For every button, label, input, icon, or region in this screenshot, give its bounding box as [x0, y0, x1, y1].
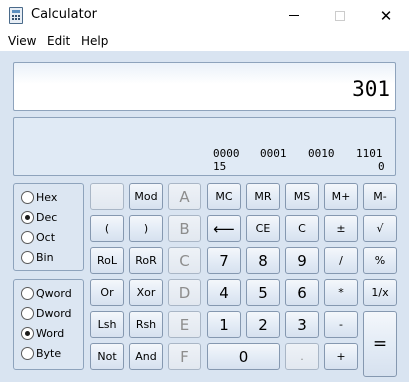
- radio-oct[interactable]: Oct: [21, 231, 55, 244]
- word-size-group: Qword Dword Word Byte: [13, 279, 84, 370]
- close-button[interactable]: ✕: [363, 0, 409, 31]
- menu-help[interactable]: Help: [81, 34, 108, 48]
- open-paren-button[interactable]: (: [90, 215, 124, 242]
- radio-label: Dec: [36, 211, 58, 224]
- decimal-button[interactable]: .: [285, 343, 319, 370]
- digit-1-button[interactable]: 1: [207, 311, 241, 338]
- number-base-group: Hex Dec Oct Bin: [13, 183, 84, 271]
- radio-dec[interactable]: Dec: [21, 211, 57, 224]
- maximize-icon: [335, 10, 345, 21]
- bit-group: 0010: [308, 147, 335, 160]
- maximize-button[interactable]: [317, 0, 363, 31]
- window-title: Calculator: [31, 7, 98, 22]
- bit-group: 0001: [260, 147, 287, 160]
- xor-button[interactable]: Xor: [129, 279, 163, 306]
- digit-7-button[interactable]: 7: [207, 247, 241, 274]
- display-value: 301: [352, 77, 390, 101]
- bit-index-high: 15: [213, 160, 227, 173]
- subtract-button[interactable]: -: [324, 311, 358, 338]
- close-paren-button[interactable]: ): [129, 215, 163, 242]
- bit-display-panel: 0000 0001 0010 1101 15 0: [13, 117, 396, 176]
- radio-circle: [21, 251, 34, 264]
- digit-0-button[interactable]: 0: [207, 343, 280, 370]
- radio-label: Word: [36, 327, 65, 340]
- radio-byte[interactable]: Byte: [21, 347, 61, 360]
- title-bar: Calculator ✕: [0, 0, 409, 31]
- digit-2-button[interactable]: 2: [246, 311, 280, 338]
- menu-edit[interactable]: Edit: [47, 34, 70, 48]
- hex-b-button[interactable]: B: [168, 215, 201, 242]
- memory-store-button[interactable]: MS: [285, 183, 319, 210]
- reciprocal-button[interactable]: 1/x: [363, 279, 397, 306]
- percent-button[interactable]: %: [363, 247, 397, 274]
- bit-group: 1101: [356, 147, 383, 160]
- left-shift-button[interactable]: Lsh: [90, 311, 124, 338]
- radio-circle: [21, 347, 34, 360]
- mod-button[interactable]: Mod: [129, 183, 163, 210]
- radio-word[interactable]: Word: [21, 327, 64, 340]
- menu-bar: View Edit Help: [0, 31, 409, 51]
- rotate-left-button[interactable]: RoL: [90, 247, 124, 274]
- radio-circle: [21, 327, 34, 340]
- radio-dword[interactable]: Dword: [21, 307, 72, 320]
- bit-group: 0000: [213, 147, 240, 160]
- square-root-button[interactable]: √: [363, 215, 397, 242]
- equals-button[interactable]: =: [363, 311, 397, 377]
- digit-6-button[interactable]: 6: [285, 279, 319, 306]
- bit-index-low: 0: [378, 160, 385, 173]
- radio-circle: [21, 231, 34, 244]
- right-shift-button[interactable]: Rsh: [129, 311, 163, 338]
- memory-subtract-button[interactable]: M-: [363, 183, 397, 210]
- digit-3-button[interactable]: 3: [285, 311, 319, 338]
- backspace-icon: ⟵: [213, 219, 235, 238]
- hex-c-button[interactable]: C: [168, 247, 201, 274]
- not-button[interactable]: Not: [90, 343, 124, 370]
- multiply-button[interactable]: *: [324, 279, 358, 306]
- blank-button[interactable]: [90, 183, 124, 210]
- radio-label: Qword: [36, 287, 72, 300]
- add-button[interactable]: +: [324, 343, 358, 370]
- hex-a-button[interactable]: A: [168, 183, 201, 210]
- radio-hex[interactable]: Hex: [21, 191, 57, 204]
- backspace-button[interactable]: ⟵: [207, 215, 241, 242]
- hex-e-button[interactable]: E: [168, 311, 201, 338]
- radio-label: Oct: [36, 231, 56, 244]
- calculator-app-icon: [9, 7, 23, 24]
- memory-recall-button[interactable]: MR: [246, 183, 280, 210]
- radio-label: Bin: [36, 251, 54, 264]
- radio-label: Hex: [36, 191, 58, 204]
- minimize-button[interactable]: [271, 0, 317, 31]
- negate-button[interactable]: ±: [324, 215, 358, 242]
- memory-clear-button[interactable]: MC: [207, 183, 241, 210]
- and-button[interactable]: And: [129, 343, 163, 370]
- result-display: 301: [13, 62, 396, 111]
- radio-circle: [21, 287, 34, 300]
- radio-label: Byte: [36, 347, 62, 360]
- clear-entry-button[interactable]: CE: [246, 215, 280, 242]
- digit-5-button[interactable]: 5: [246, 279, 280, 306]
- digit-4-button[interactable]: 4: [207, 279, 241, 306]
- memory-add-button[interactable]: M+: [324, 183, 358, 210]
- radio-circle: [21, 307, 34, 320]
- or-button[interactable]: Or: [90, 279, 124, 306]
- hex-d-button[interactable]: D: [168, 279, 201, 306]
- clear-button[interactable]: C: [285, 215, 319, 242]
- hex-f-button[interactable]: F: [168, 343, 201, 370]
- radio-label: Dword: [36, 307, 72, 320]
- minimize-icon: [289, 15, 299, 16]
- digit-8-button[interactable]: 8: [246, 247, 280, 274]
- radio-qword[interactable]: Qword: [21, 287, 72, 300]
- radio-circle: [21, 191, 34, 204]
- close-icon: ✕: [379, 6, 393, 25]
- rotate-right-button[interactable]: RoR: [129, 247, 163, 274]
- digit-9-button[interactable]: 9: [285, 247, 319, 274]
- menu-view[interactable]: View: [8, 34, 36, 48]
- radio-bin[interactable]: Bin: [21, 251, 54, 264]
- divide-button[interactable]: /: [324, 247, 358, 274]
- radio-circle: [21, 211, 34, 224]
